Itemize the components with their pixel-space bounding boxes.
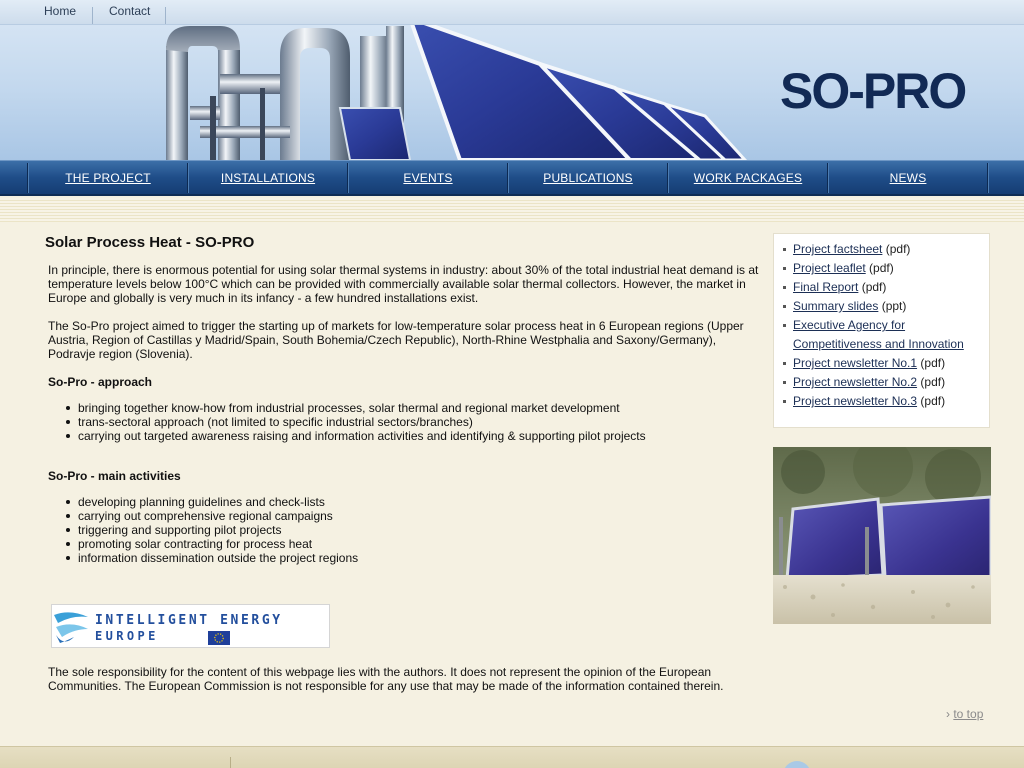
nav-tab-news[interactable]: NEWS — [828, 161, 988, 195]
sidebar-item: Project factsheet (pdf) — [783, 240, 989, 259]
sidebar-link-newsletter-3[interactable]: Project newsletter No.3 — [793, 394, 917, 408]
file-type-label: (pdf) — [882, 242, 911, 256]
file-type-label: (pdf) — [917, 356, 946, 370]
sidebar-link-final-report[interactable]: Final Report — [793, 280, 858, 294]
list-item: bringing together know-how from industri… — [66, 401, 760, 415]
sidebar-link-newsletter-2[interactable]: Project newsletter No.2 — [793, 375, 917, 389]
solar-collectors-photo-image — [773, 447, 991, 624]
to-top-link[interactable]: › to top — [946, 707, 983, 721]
header-solar-plant-illustration — [166, 16, 748, 160]
list-item: trans-sectoral approach (not limited to … — [66, 415, 760, 429]
sidebar-link-executive-agency[interactable]: Executive Agency for Competitiveness and… — [793, 318, 964, 351]
list-item: information dissemination outside the pr… — [66, 551, 760, 565]
sidebar-item: Final Report (pdf) — [783, 278, 989, 297]
iee-logo-line2: EUROPE — [95, 629, 159, 643]
footer-bar — [0, 746, 1024, 768]
top-navigation: Home Contact — [0, 0, 1024, 25]
sidebar-link-newsletter-1[interactable]: Project newsletter No.1 — [793, 356, 917, 370]
sidebar-item: Project newsletter No.1 (pdf) — [783, 354, 989, 373]
page-title: Solar Process Heat - SO-PRO — [45, 234, 255, 251]
iee-swoosh-icon — [54, 612, 88, 643]
iee-logo-line1: INTELLIGENT ENERGY — [95, 613, 283, 628]
sidebar-link-project-factsheet[interactable]: Project factsheet — [793, 242, 882, 256]
file-type-label: (pdf) — [858, 280, 887, 294]
publications-sidebar-box: Project factsheet (pdf) Project leaflet … — [773, 233, 990, 428]
top-nav-separator — [92, 7, 93, 24]
so-pro-logo: SO-PRO — [780, 63, 967, 119]
project-aim-paragraph: The So-Pro project aimed to trigger the … — [48, 319, 744, 361]
sidebar-item: Summary slides (ppt) — [783, 297, 989, 316]
sidebar-item: Project newsletter No.2 (pdf) — [783, 373, 989, 392]
nav-tab-installations[interactable]: INSTALLATIONS — [188, 161, 348, 195]
sidebar-link-summary-slides[interactable]: Summary slides — [793, 299, 878, 313]
intro-paragraph: In principle, there is enormous potentia… — [48, 263, 759, 305]
sidebar-item: Executive Agency for Competitiveness and… — [783, 316, 989, 354]
header-banner: Home Contact SO-PRO — [0, 0, 1024, 160]
nav-tab-publications[interactable]: PUBLICATIONS — [508, 161, 668, 195]
list-item: developing planning guidelines and check… — [66, 495, 760, 509]
file-type-label: (pdf) — [917, 375, 946, 389]
nav-tab-work-packages[interactable]: WORK PACKAGES — [668, 161, 828, 195]
eu-flag-icon — [208, 631, 230, 645]
file-type-label: (pdf) — [865, 261, 894, 275]
sidebar-item: Project newsletter No.3 (pdf) — [783, 392, 989, 411]
sidebar-item: Project leaflet (pdf) — [783, 259, 989, 278]
activities-heading: So-Pro - main activities — [48, 469, 181, 483]
top-nav-contact-link[interactable]: Contact — [109, 4, 150, 18]
list-item: carrying out comprehensive regional camp… — [66, 509, 760, 523]
list-item: carrying out targeted awareness raising … — [66, 429, 760, 443]
approach-heading: So-Pro - approach — [48, 375, 153, 389]
nav-tab-the-project[interactable]: THE PROJECT — [28, 161, 188, 195]
top-nav-home-link[interactable]: Home — [44, 4, 76, 18]
sidebar-link-list: Project factsheet (pdf) Project leaflet … — [783, 240, 989, 411]
approach-list: bringing together know-how from industri… — [66, 401, 760, 443]
footer-circle-icon — [783, 761, 811, 768]
list-item: promoting solar contracting for process … — [66, 537, 760, 551]
sidebar-link-project-leaflet[interactable]: Project leaflet — [793, 261, 866, 275]
nav-tab-events[interactable]: EVENTS — [348, 161, 508, 195]
top-nav-separator — [165, 7, 166, 24]
intelligent-energy-europe-logo[interactable]: INTELLIGENT ENERGY EUROPE — [51, 604, 330, 648]
to-top-label[interactable]: to top — [953, 707, 983, 721]
main-content: Solar Process Heat - SO-PRO In principle… — [45, 234, 760, 565]
list-item: triggering and supporting pilot projects — [66, 523, 760, 537]
footer-separator — [230, 757, 231, 768]
decorative-stripes — [0, 198, 1024, 222]
nav-divider — [987, 163, 988, 193]
solar-collectors-photo — [773, 447, 991, 624]
main-navigation: THE PROJECT INSTALLATIONS EVENTS PUBLICA… — [0, 160, 1024, 196]
eu-disclaimer: The sole responsibility for the content … — [48, 665, 724, 693]
file-type-label: (pdf) — [917, 394, 946, 408]
file-type-label: (ppt) — [878, 299, 907, 313]
activities-list: developing planning guidelines and check… — [66, 495, 760, 565]
